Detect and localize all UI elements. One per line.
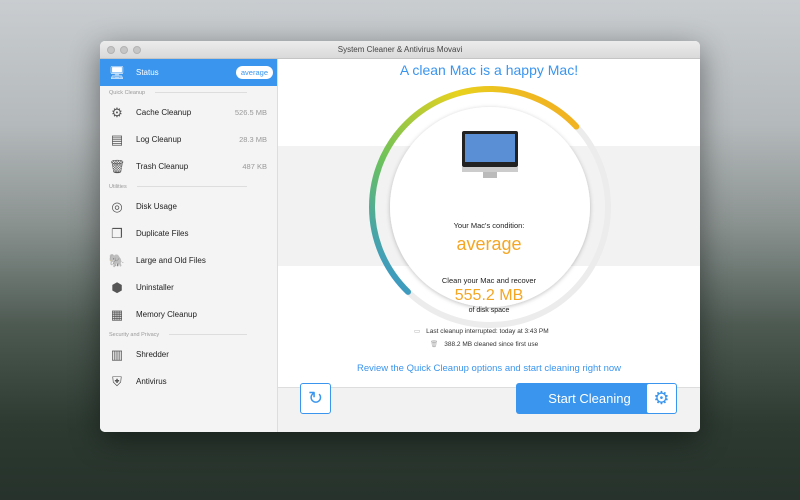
start-cleaning-button[interactable]: Start Cleaning <box>516 383 663 414</box>
sidebar-item-label: Duplicate Files <box>136 229 189 238</box>
memory-icon: ▦ <box>110 306 124 322</box>
box-icon: ⬢ <box>111 279 123 295</box>
refresh-button[interactable]: ↻ <box>300 383 331 414</box>
sidebar-item-label: Uninstaller <box>136 283 174 292</box>
minimize-button[interactable] <box>120 46 128 54</box>
condition-gauge <box>369 86 611 328</box>
log-icon: ▤ <box>110 131 124 147</box>
disk-icon: ◎ <box>111 198 123 214</box>
shield-icon: ⛨ <box>112 373 122 389</box>
shredder-icon: ▥ <box>110 346 124 362</box>
sidebar-item-disk-usage[interactable]: ◎ Disk Usage <box>100 193 277 220</box>
section-quick-cleanup: Quick Cleanup <box>100 86 277 99</box>
title-bar: System Cleaner & Antivirus Movavi <box>100 41 700 59</box>
sidebar-item-log-cleanup[interactable]: ▤ Log Cleanup 28.3 MB <box>100 126 277 153</box>
sidebar-item-label: Memory Cleanup <box>136 310 197 319</box>
sidebar-item-label: Status <box>136 68 159 77</box>
sidebar-item-memory-cleanup[interactable]: ▦ Memory Cleanup <box>100 301 277 328</box>
sidebar: 🖥 Status average Quick Cleanup ⚙ Cache Cl… <box>100 59 278 432</box>
item-size: 526.5 MB <box>234 108 267 117</box>
settings-button[interactable]: ⚙ <box>646 383 677 414</box>
sidebar-item-label: Log Cleanup <box>136 135 182 144</box>
sidebar-item-cache-cleanup[interactable]: ⚙ Cache Cleanup 526.5 MB <box>100 99 277 126</box>
cleaned-total: 388.2 MB cleaned since first use <box>444 340 539 348</box>
sidebar-item-uninstaller[interactable]: ⬢ Uninstaller <box>100 274 277 301</box>
status-badge: average <box>235 66 273 79</box>
recover-suffix: of disk space <box>468 307 510 314</box>
trash-icon: 🗑 <box>108 158 126 174</box>
close-button[interactable] <box>107 46 115 54</box>
main-panel: A clean Mac is a happy Mac! Your Mac's c… <box>278 59 700 432</box>
window-title: System Cleaner & Antivirus Movavi <box>337 45 463 54</box>
last-cleanup: Last cleanup interrupted: today at 3:43 … <box>426 327 549 335</box>
sidebar-item-status[interactable]: 🖥 Status average <box>100 59 277 86</box>
refresh-icon: ↻ <box>307 388 324 408</box>
sidebar-item-label: Disk Usage <box>136 202 177 211</box>
elephant-icon: 🐘 <box>108 252 126 268</box>
sidebar-item-label: Cache Cleanup <box>136 108 192 117</box>
gear-magnifier-icon: ⚙ <box>111 104 123 120</box>
trash-icon: 🗑 <box>430 341 439 348</box>
sidebar-item-trash-cleanup[interactable]: 🗑 Trash Cleanup 487 KB <box>100 153 277 180</box>
recover-label: Clean your Mac and recover <box>441 276 537 285</box>
monitor-icon: 🖥 <box>108 64 126 80</box>
section-security-privacy: Security and Privacy <box>100 328 277 341</box>
app-window: System Cleaner & Antivirus Movavi 🖥 Stat… <box>100 41 700 432</box>
condition-value: average <box>456 234 522 254</box>
sidebar-item-antivirus[interactable]: ⛨ Antivirus <box>100 368 277 395</box>
item-size: 28.3 MB <box>239 135 267 144</box>
sidebar-item-label: Trash Cleanup <box>136 162 189 171</box>
hint-link[interactable]: Review the Quick Cleanup options and sta… <box>278 363 700 374</box>
item-size: 487 KB <box>242 162 267 171</box>
zoom-button[interactable] <box>133 46 141 54</box>
sidebar-item-large-old-files[interactable]: 🐘 Large and Old Files <box>100 247 277 274</box>
sidebar-item-duplicate-files[interactable]: ❐ Duplicate Files <box>100 220 277 247</box>
condition-label: Your Mac's condition: <box>453 221 525 230</box>
gear-icon: ⚙ <box>653 388 670 408</box>
section-utilities: Utilities <box>100 180 277 193</box>
sidebar-item-shredder[interactable]: ▥ Shredder <box>100 341 277 368</box>
duplicate-icon: ❐ <box>111 225 123 241</box>
imac-icon <box>462 131 518 178</box>
recover-amount: 555.2 MB <box>454 287 524 304</box>
calendar-icon: ▭ <box>414 328 421 335</box>
sidebar-item-label: Antivirus <box>136 377 167 386</box>
sidebar-item-label: Large and Old Files <box>136 256 206 265</box>
sidebar-item-label: Shredder <box>136 350 169 359</box>
